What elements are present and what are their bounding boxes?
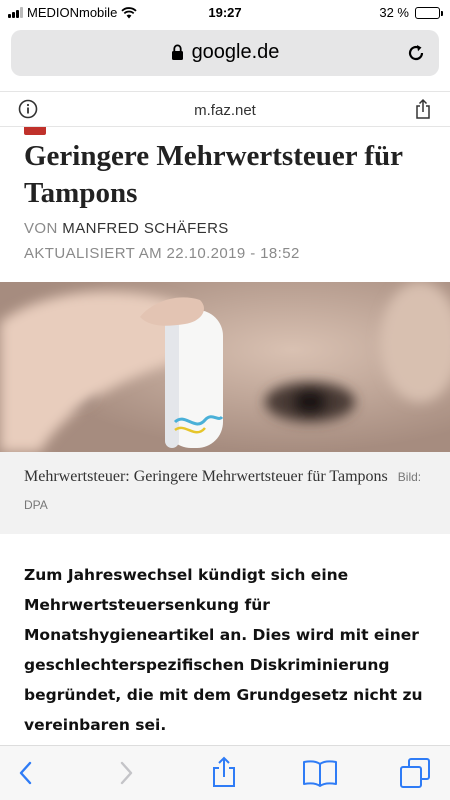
- section-tag: [24, 127, 46, 135]
- byline-prefix: VON: [24, 220, 58, 237]
- site-domain: m.faz.net: [194, 102, 256, 119]
- site-toolbar: m.faz.net: [0, 91, 450, 127]
- author-name[interactable]: MANFRED SCHÄFERS: [62, 220, 228, 237]
- image-caption-box: Mehrwertsteuer: Geringere Mehrwertsteuer…: [0, 452, 450, 534]
- article-image[interactable]: [0, 282, 450, 452]
- bookmarks-icon[interactable]: [302, 759, 338, 787]
- address-bar[interactable]: google.de: [11, 30, 439, 76]
- caption-text: Mehrwertsteuer: Geringere Mehrwertsteuer…: [24, 468, 388, 485]
- article-lead: Zum Jahreswechsel kündigt sich eine Mehr…: [24, 566, 423, 734]
- back-icon[interactable]: [16, 760, 36, 786]
- tampon-photo: [0, 282, 450, 452]
- status-bar: MEDIONmobile 19:27 32 %: [0, 0, 450, 26]
- share-toolbar-icon[interactable]: [211, 756, 237, 788]
- byline: VON MANFRED SCHÄFERS: [24, 220, 229, 237]
- share-icon[interactable]: [414, 98, 432, 120]
- tabs-icon[interactable]: [399, 757, 431, 789]
- url-text: google.de: [191, 41, 280, 63]
- forward-icon[interactable]: [116, 760, 136, 786]
- battery-area: 32 %: [379, 5, 443, 20]
- browser-toolbar: [0, 745, 450, 800]
- image-caption: Mehrwertsteuer: Geringere Mehrwertsteuer…: [24, 463, 424, 519]
- battery-percent: 32 %: [379, 5, 409, 20]
- url-display[interactable]: google.de: [11, 41, 439, 64]
- lock-icon: [171, 44, 183, 61]
- battery-icon: [415, 6, 443, 19]
- reload-icon[interactable]: [405, 42, 427, 64]
- article-headline: Geringere Mehrwertsteuer für Tampons: [24, 140, 403, 209]
- updated-timestamp: AKTUALISIERT AM 22.10.2019 - 18:52: [24, 245, 300, 262]
